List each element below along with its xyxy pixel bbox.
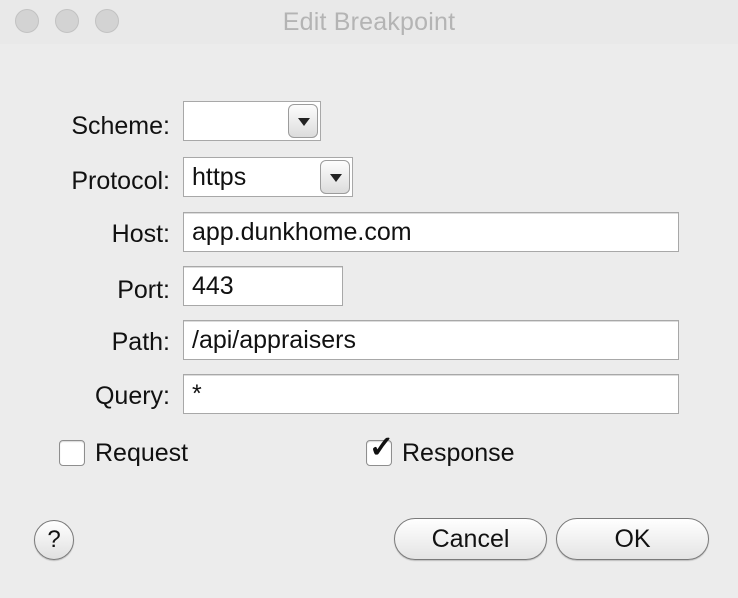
scheme-select[interactable] xyxy=(183,101,321,141)
path-label: Path: xyxy=(111,328,170,356)
cancel-button[interactable]: Cancel xyxy=(394,518,547,560)
port-label: Port: xyxy=(117,276,170,304)
window-title: Edit Breakpoint xyxy=(282,8,456,36)
response-checkbox[interactable]: ✓ xyxy=(366,433,394,466)
checkmark-icon: ✓ xyxy=(369,431,395,464)
port-field[interactable] xyxy=(183,266,343,306)
host-field[interactable] xyxy=(183,212,679,252)
protocol-select[interactable]: https xyxy=(183,157,353,197)
help-button[interactable]: ? xyxy=(34,520,74,560)
edit-breakpoint-dialog: Edit Breakpoint Scheme: Protocol: https … xyxy=(0,0,738,598)
request-checkbox-label[interactable]: Request xyxy=(95,439,188,468)
query-field[interactable] xyxy=(183,374,679,414)
path-field[interactable] xyxy=(183,320,679,360)
title-bar: Edit Breakpoint xyxy=(0,0,738,44)
protocol-label: Protocol: xyxy=(71,167,170,195)
host-label: Host: xyxy=(111,220,170,248)
protocol-select-value: https xyxy=(192,163,247,191)
scheme-dropdown-arrow-icon[interactable] xyxy=(288,104,318,138)
protocol-dropdown-arrow-icon[interactable] xyxy=(320,160,350,194)
ok-button[interactable]: OK xyxy=(556,518,709,560)
query-label: Query: xyxy=(94,382,170,410)
response-checkbox-label[interactable]: Response xyxy=(402,439,515,468)
request-checkbox[interactable] xyxy=(59,440,85,466)
scheme-label: Scheme: xyxy=(71,112,170,140)
